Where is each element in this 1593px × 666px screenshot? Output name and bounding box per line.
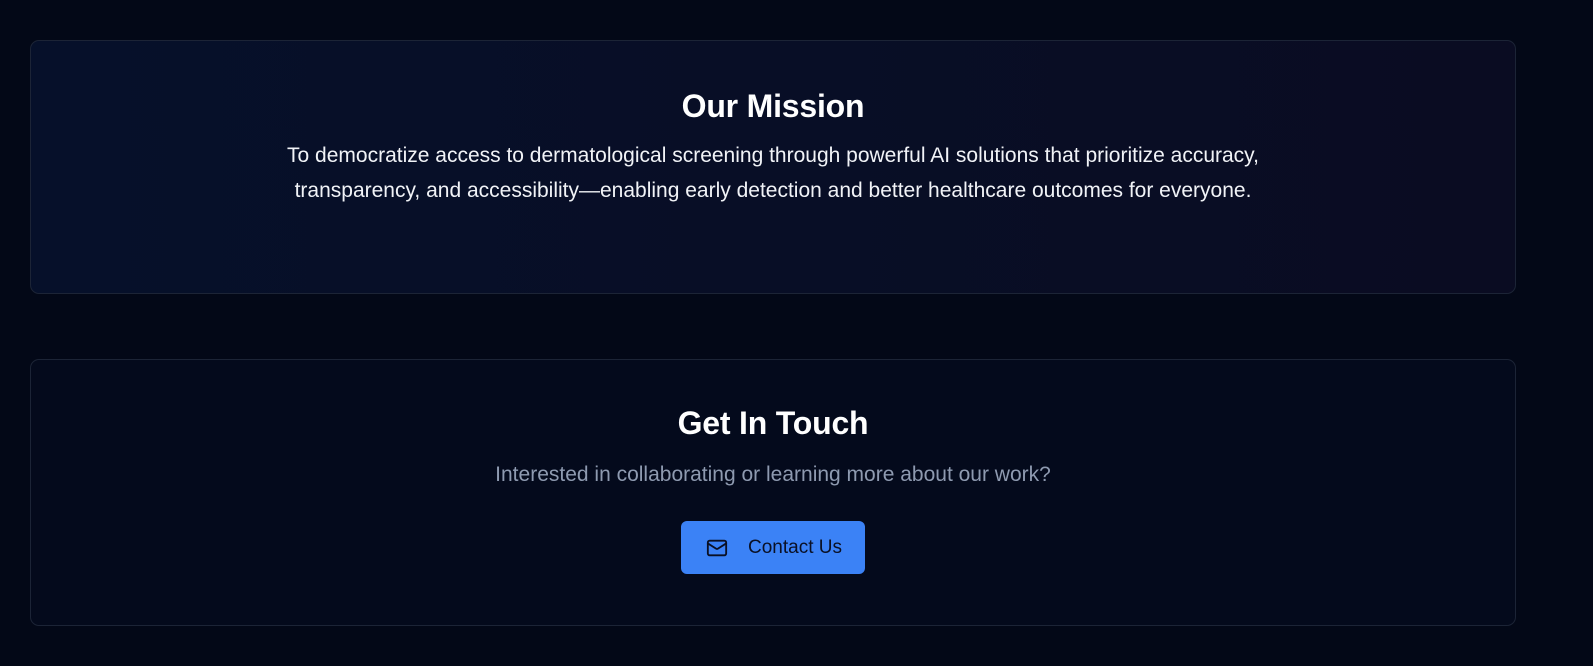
- contact-card: Get In Touch Interested in collaborating…: [30, 359, 1516, 626]
- contact-subtitle: Interested in collaborating or learning …: [495, 463, 1051, 486]
- contact-us-button[interactable]: Contact Us: [681, 521, 865, 574]
- contact-title: Get In Touch: [677, 405, 869, 441]
- page: Our Mission To democratize access to der…: [0, 0, 1593, 666]
- mission-text: To democratize access to dermatological …: [287, 144, 1259, 202]
- mission-card: Our Mission To democratize access to der…: [30, 40, 1516, 294]
- mail-icon: [706, 537, 728, 559]
- contact-us-button-label: Contact Us: [748, 536, 842, 558]
- mission-title: Our Mission: [681, 88, 865, 124]
